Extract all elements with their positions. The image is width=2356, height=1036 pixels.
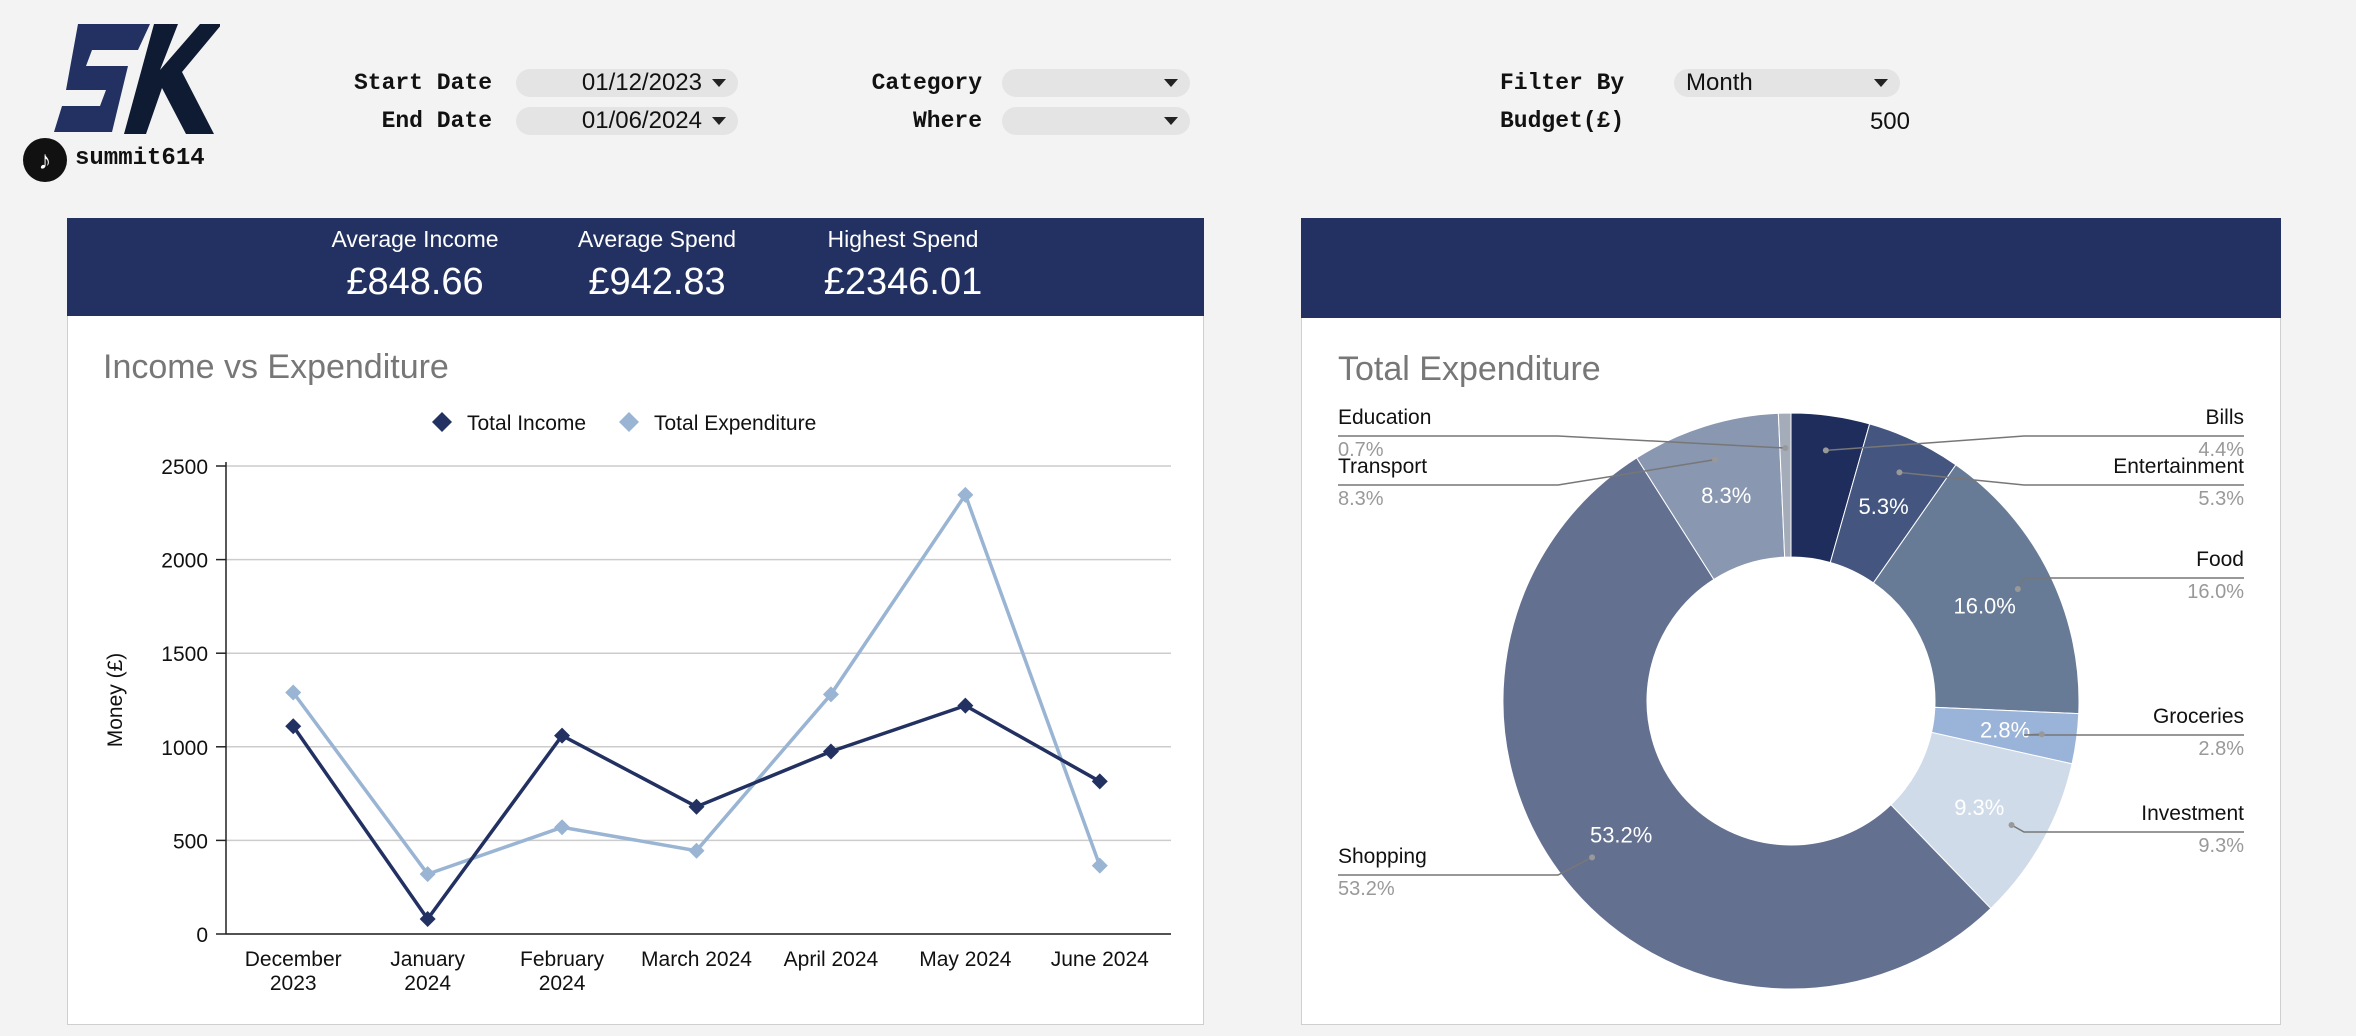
callout-dot — [2008, 821, 2015, 828]
filter-by-label: Filter By — [1500, 70, 1625, 96]
callout-dot — [1896, 469, 1903, 476]
y-tick-label: 0 — [196, 924, 208, 947]
slice-inner-label: 8.3% — [1701, 483, 1751, 508]
tiktok-icon: ♪ — [23, 138, 67, 182]
kpi-value: £942.83 — [588, 261, 726, 303]
data-point — [822, 743, 839, 760]
legend-marker — [619, 412, 639, 432]
where-dropdown[interactable] — [1002, 107, 1190, 135]
callout-dot — [1712, 456, 1719, 463]
chevron-down-icon — [1164, 79, 1178, 87]
chevron-down-icon — [712, 117, 726, 125]
where-label: Where — [912, 108, 982, 134]
kpi-value: £848.66 — [346, 261, 484, 303]
budget-input[interactable]: 500 — [1700, 108, 1910, 136]
y-tick-label: 2500 — [161, 456, 208, 479]
x-tick-label: March 2024 — [641, 948, 752, 971]
data-point — [1091, 857, 1108, 874]
slice-label: Entertainment — [2113, 455, 2244, 478]
expenditure-banner — [1301, 218, 2281, 318]
legend-marker — [432, 412, 452, 432]
brand-logo — [54, 24, 220, 134]
legend-item: Total Expenditure — [619, 412, 816, 435]
kpi-highest-spend: Highest Spend £2346.01 — [783, 226, 1023, 304]
slice-percent: 2.8% — [2198, 738, 2244, 760]
end-date-value: 01/06/2024 — [581, 107, 702, 134]
x-tick-label: May 2024 — [919, 948, 1012, 971]
data-point — [1091, 773, 1108, 790]
budget-label: Budget(£) — [1500, 108, 1625, 134]
chevron-down-icon — [712, 79, 726, 87]
data-point — [688, 798, 705, 815]
kpi-title: Average Spend — [577, 226, 737, 252]
callout-dot — [1589, 854, 1596, 861]
slice-label: Education — [1338, 406, 1431, 429]
x-tick-label: April 2024 — [784, 948, 879, 971]
start-date-dropdown[interactable]: 01/12/2023 — [516, 69, 738, 97]
slice-label: Bills — [2205, 406, 2244, 429]
slice-percent: 9.3% — [2198, 835, 2244, 857]
legend-item: Total Income — [432, 412, 586, 435]
filter-by-value: Month — [1686, 69, 1753, 96]
start-date-value: 01/12/2023 — [581, 69, 702, 96]
brand-handle: summit614 — [75, 145, 205, 172]
kpi-title: Average Income — [331, 226, 499, 252]
x-tick-label: February 2024 — [520, 948, 605, 995]
kpi-average-income: Average Income £848.66 — [295, 226, 535, 304]
slice-inner-label: 53.2% — [1590, 822, 1652, 847]
category-dropdown[interactable] — [1002, 69, 1190, 97]
slice-inner-label: 16.0% — [1953, 593, 2015, 618]
slice-inner-label: 5.3% — [1859, 494, 1909, 519]
series-line — [291, 490, 1102, 877]
callout-line — [2023, 733, 2244, 736]
kpi-title: Highest Spend — [827, 226, 979, 252]
slice-percent: 8.3% — [1338, 488, 1384, 510]
slice-label: Shopping — [1338, 845, 1427, 868]
x-tick-label: December 2023 — [245, 948, 342, 995]
slice-label: Groceries — [2153, 705, 2244, 728]
y-axis-label: Money (£) — [104, 653, 127, 748]
total-expenditure-donut: 5.3%16.0%2.8%9.3%53.2%8.3%Bills4.4%Enter… — [1338, 406, 2244, 990]
callout-dot — [1782, 445, 1789, 452]
slice-label: Food — [2196, 548, 2244, 571]
slice-percent: 5.3% — [2198, 488, 2244, 510]
y-tick-label: 2000 — [161, 550, 208, 573]
filter-by-dropdown[interactable]: Month — [1674, 69, 1900, 97]
x-tick-label: June 2024 — [1051, 948, 1149, 971]
callout-dot — [2038, 731, 2045, 738]
kpi-value: £2346.01 — [823, 261, 983, 303]
kpi-banner: Average Income £848.66 Average Spend £94… — [67, 218, 1204, 316]
chevron-down-icon — [1874, 79, 1888, 87]
end-date-dropdown[interactable]: 01/06/2024 — [516, 107, 738, 135]
kpi-average-spend: Average Spend £942.83 — [537, 226, 777, 304]
income-vs-expenditure-chart: 0 500 1000 1500 2000 2500 Money (£) December 202… — [104, 412, 1171, 995]
start-date-label: Start Date — [353, 70, 492, 96]
y-tick-label: 1500 — [161, 643, 208, 666]
slice-percent: 16.0% — [2187, 581, 2244, 603]
slice-inner-label: 9.3% — [1954, 795, 2004, 820]
legend-label: Total Expenditure — [654, 412, 816, 435]
data-point — [957, 697, 974, 714]
end-date-label: End Date — [381, 108, 492, 134]
y-tick-label: 1000 — [161, 737, 208, 760]
slice-percent: 0.7% — [1338, 439, 1384, 461]
x-tick-label: January 2024 — [390, 948, 465, 995]
callout-dot — [2014, 585, 2021, 592]
category-label: Category — [871, 70, 982, 96]
callout-dot — [1822, 447, 1829, 454]
slice-inner-label: 2.8% — [1980, 717, 2030, 742]
y-tick-label: 500 — [173, 830, 208, 853]
data-point — [554, 819, 571, 836]
legend-label: Total Income — [467, 412, 586, 435]
slice-label: Investment — [2141, 802, 2244, 825]
slice-percent: 53.2% — [1338, 878, 1395, 900]
chevron-down-icon — [1164, 117, 1178, 125]
